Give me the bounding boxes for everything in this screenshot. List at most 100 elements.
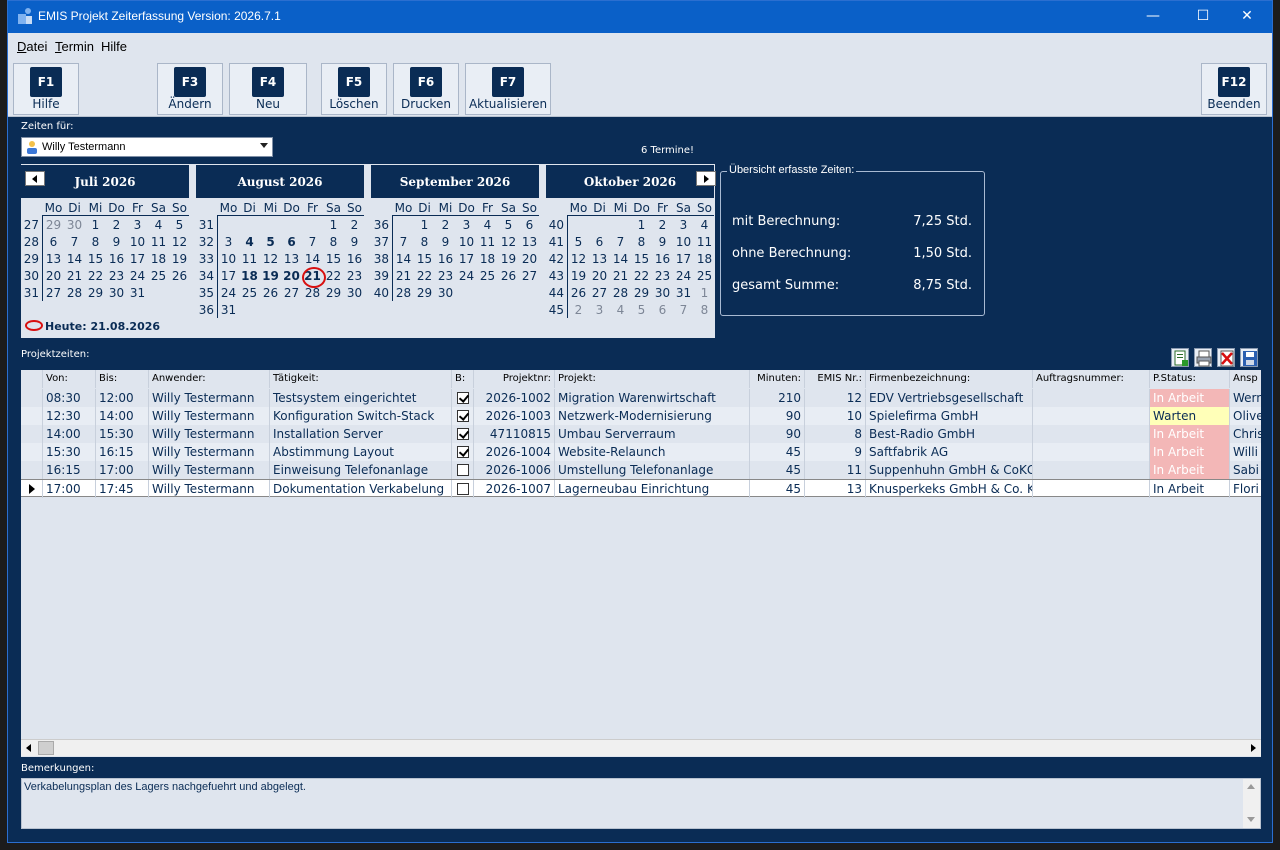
- calendar-day[interactable]: 8: [631, 235, 652, 249]
- calendar-day[interactable]: 27: [589, 286, 610, 300]
- cell-auftrag[interactable]: [1033, 480, 1150, 498]
- row-selector[interactable]: [21, 461, 43, 479]
- cell-anwender[interactable]: Willy Testermann: [149, 443, 270, 461]
- cell-taetigkeit[interactable]: Installation Server: [270, 425, 452, 443]
- cell-anwender[interactable]: Willy Testermann: [149, 480, 270, 498]
- berechnung-checkbox[interactable]: [457, 410, 469, 422]
- calendar-day[interactable]: 17: [673, 252, 694, 266]
- calendar-day[interactable]: 5: [568, 235, 589, 249]
- cell-status[interactable]: In Arbeit: [1150, 461, 1230, 479]
- calendar-day[interactable]: 3: [218, 235, 239, 249]
- calendar-day[interactable]: 29: [85, 286, 106, 300]
- calendar-day[interactable]: 29: [631, 286, 652, 300]
- calendar-day[interactable]: 15: [85, 252, 106, 266]
- calendar-day[interactable]: 28: [393, 286, 414, 300]
- calendar-day[interactable]: 16: [344, 252, 365, 266]
- calendar-day[interactable]: 24: [127, 269, 148, 283]
- table-row[interactable]: 15:30 16:15 Willy Testermann Abstimmung Lay…: [21, 443, 1261, 461]
- calendar-day[interactable]: 5: [169, 218, 190, 232]
- calendar-day[interactable]: 12: [260, 252, 281, 266]
- calendar-day[interactable]: 8: [85, 235, 106, 249]
- cell-bis[interactable]: 17:45: [96, 480, 149, 498]
- calendar-day[interactable]: 1: [85, 218, 106, 232]
- cell-bis[interactable]: 14:00: [96, 407, 149, 425]
- header-auftragsnummer[interactable]: Auftragsnummer:: [1033, 370, 1150, 388]
- cell-status[interactable]: In Arbeit: [1150, 480, 1230, 498]
- berechnung-checkbox[interactable]: [457, 446, 469, 458]
- cell-emis[interactable]: 10: [805, 407, 866, 425]
- f3-edit-button[interactable]: F3 Ändern: [157, 63, 223, 115]
- bemerkungen-field[interactable]: Verkabelungsplan des Lagers nachgefuehrt…: [21, 778, 1261, 829]
- table-horizontal-scrollbar[interactable]: [21, 739, 1261, 756]
- close-button[interactable]: ✕: [1224, 1, 1270, 33]
- cell-projektnr[interactable]: 47110815: [474, 425, 555, 443]
- calendar-day[interactable]: 16: [106, 252, 127, 266]
- calendar-day[interactable]: 4: [477, 218, 498, 232]
- calendar-day[interactable]: 27: [519, 269, 540, 283]
- berechnung-checkbox[interactable]: [457, 428, 469, 440]
- cell-berechnung[interactable]: [452, 407, 474, 425]
- row-selector[interactable]: [21, 407, 43, 425]
- calendar-day[interactable]: 9: [106, 235, 127, 249]
- cell-anwender[interactable]: Willy Testermann: [149, 425, 270, 443]
- calendar-day[interactable]: 7: [673, 303, 694, 317]
- calendar-day[interactable]: 30: [652, 286, 673, 300]
- calendar-day[interactable]: 13: [519, 235, 540, 249]
- cell-minuten[interactable]: 45: [750, 443, 805, 461]
- header-bis[interactable]: Bis:: [96, 370, 149, 388]
- cell-ansp[interactable]: Chris: [1230, 425, 1261, 443]
- calendar-day[interactable]: 1: [414, 218, 435, 232]
- cell-ansp[interactable]: Olive: [1230, 407, 1261, 425]
- cell-status[interactable]: In Arbeit: [1150, 389, 1230, 407]
- bemerkungen-scrollbar[interactable]: [1243, 779, 1260, 828]
- cell-ansp[interactable]: Willi: [1230, 443, 1261, 461]
- cell-emis[interactable]: 13: [805, 480, 866, 498]
- cell-firma[interactable]: Suppenhuhn GmbH & CoKG: [866, 461, 1033, 479]
- calendar-day[interactable]: 28: [64, 286, 85, 300]
- calendar-day[interactable]: 22: [323, 269, 344, 283]
- cell-emis[interactable]: 12: [805, 389, 866, 407]
- table-row[interactable]: 12:30 14:00 Willy Testermann Konfiguration …: [21, 407, 1261, 425]
- f4-new-button[interactable]: F4 Neu: [229, 63, 307, 115]
- calendar-day[interactable]: 5: [631, 303, 652, 317]
- cell-anwender[interactable]: Willy Testermann: [149, 407, 270, 425]
- calendar-day[interactable]: 27: [43, 286, 64, 300]
- cell-status[interactable]: In Arbeit: [1150, 443, 1230, 461]
- cell-firma[interactable]: Knusperkeks GmbH & Co. KG: [866, 480, 1033, 498]
- cell-projekt[interactable]: Lagerneubau Einrichtung: [555, 480, 750, 498]
- cell-berechnung[interactable]: [452, 461, 474, 479]
- calendar-day[interactable]: 4: [694, 218, 715, 232]
- calendar-day[interactable]: 26: [568, 286, 589, 300]
- header-von[interactable]: Von:: [43, 370, 96, 388]
- cell-status[interactable]: Warten: [1150, 407, 1230, 425]
- cell-projektnr[interactable]: 2026-1007: [474, 480, 555, 498]
- calendar-prev-button[interactable]: [25, 171, 45, 186]
- berechnung-checkbox[interactable]: [457, 464, 469, 476]
- minimize-button[interactable]: —: [1130, 1, 1176, 33]
- calendar-day[interactable]: 22: [631, 269, 652, 283]
- calendar-day[interactable]: 26: [498, 269, 519, 283]
- cell-projektnr[interactable]: 2026-1006: [474, 461, 555, 479]
- calendar-day[interactable]: 5: [498, 218, 519, 232]
- cell-projekt[interactable]: Netzwerk-Modernisierung: [555, 407, 750, 425]
- calendar-day[interactable]: 31: [673, 286, 694, 300]
- cell-anwender[interactable]: Willy Testermann: [149, 461, 270, 479]
- calendar-day[interactable]: 23: [344, 269, 365, 283]
- cell-firma[interactable]: Best-Radio GmbH: [866, 425, 1033, 443]
- calendar-day[interactable]: 30: [106, 286, 127, 300]
- header-b[interactable]: B:: [452, 370, 474, 388]
- calendar-day[interactable]: 16: [435, 252, 456, 266]
- calendar-day[interactable]: 31: [127, 286, 148, 300]
- menu-termin[interactable]: Termin: [55, 39, 94, 54]
- cell-status[interactable]: In Arbeit: [1150, 425, 1230, 443]
- cell-auftrag[interactable]: [1033, 425, 1150, 443]
- calendar-day[interactable]: 30: [64, 218, 85, 232]
- calendar-day[interactable]: 26: [260, 286, 281, 300]
- calendar-day[interactable]: 21: [610, 269, 631, 283]
- calendar-day[interactable]: 22: [85, 269, 106, 283]
- calendar-day[interactable]: 21: [64, 269, 85, 283]
- row-selector[interactable]: [21, 443, 43, 461]
- cell-von[interactable]: 08:30: [43, 389, 96, 407]
- cell-minuten[interactable]: 90: [750, 425, 805, 443]
- calendar-day[interactable]: 15: [631, 252, 652, 266]
